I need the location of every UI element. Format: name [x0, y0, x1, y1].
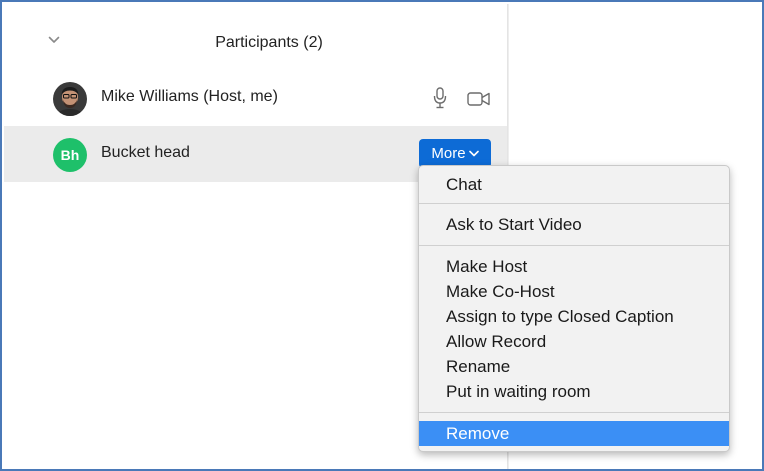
- more-button-label: More: [431, 145, 466, 162]
- more-dropdown-menu: Chat Ask to Start Video Make Host Make C…: [418, 165, 730, 452]
- participant-name: Mike Williams (Host, me): [101, 88, 278, 105]
- video-camera-icon[interactable]: [466, 90, 492, 108]
- participant-name: Bucket head: [101, 144, 190, 161]
- menu-item-put-in-waiting-room[interactable]: Put in waiting room: [419, 379, 729, 404]
- panel-header: Participants (2): [4, 4, 508, 78]
- panel-title: Participants (2): [215, 34, 323, 51]
- menu-item-make-host[interactable]: Make Host: [419, 254, 729, 279]
- menu-separator: [419, 245, 729, 246]
- chevron-down-icon: [468, 150, 479, 157]
- menu-item-rename[interactable]: Rename: [419, 354, 729, 379]
- menu-item-ask-to-start-video[interactable]: Ask to Start Video: [419, 212, 729, 237]
- menu-separator: [419, 203, 729, 204]
- screenshot-frame: Participants (2) Mike Williams (Host, me…: [0, 0, 764, 471]
- avatar-initials: Bh: [53, 138, 87, 172]
- menu-item-allow-record[interactable]: Allow Record: [419, 329, 729, 354]
- menu-item-make-co-host[interactable]: Make Co-Host: [419, 279, 729, 304]
- avatar-photo: [53, 82, 87, 116]
- more-button[interactable]: More: [419, 139, 491, 168]
- menu-item-chat[interactable]: Chat: [419, 172, 729, 197]
- participant-row[interactable]: Mike Williams (Host, me): [4, 70, 508, 126]
- menu-item-assign-closed-caption[interactable]: Assign to type Closed Caption: [419, 304, 729, 329]
- menu-item-remove[interactable]: Remove: [419, 421, 729, 446]
- menu-separator: [419, 412, 729, 413]
- microphone-icon[interactable]: [432, 86, 448, 110]
